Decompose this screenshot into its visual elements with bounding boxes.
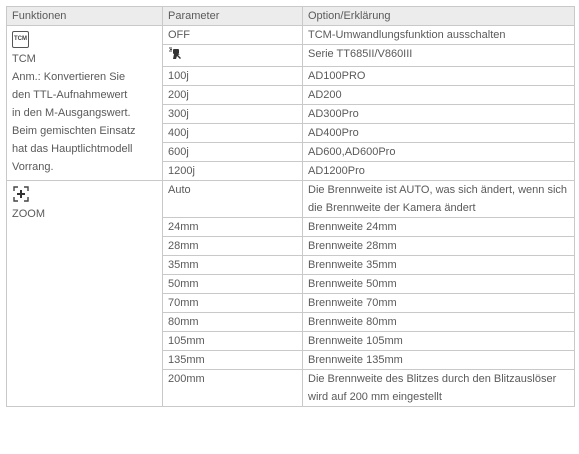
zoom-name: ZOOM <box>12 208 45 220</box>
header-parameter: Parameter <box>162 6 303 26</box>
parameter-cell: OFF <box>162 25 303 45</box>
page: Funktionen Parameter Option/Erklärung TC… <box>0 0 579 454</box>
header-functions: Funktionen <box>6 6 163 26</box>
tcm-note-line: den TTL-Aufnahmewert <box>12 89 128 101</box>
option-cell: AD1200Pro <box>302 161 575 181</box>
option-cell: Serie TT685II/V860III <box>302 44 575 67</box>
option-cell: AD200 <box>302 85 575 105</box>
option-cell: AD300Pro <box>302 104 575 124</box>
tcm-note-line: Beim gemischten Einsatz <box>12 125 136 137</box>
parameter-cell: 35mm <box>162 255 303 275</box>
option-cell: Brennweite 135mm <box>302 350 575 370</box>
tcm-name: TCM <box>12 53 36 65</box>
zoom-icon-line <box>12 183 157 205</box>
parameter-cell <box>162 44 303 67</box>
parameter-cell: 105mm <box>162 331 303 351</box>
option-cell: TCM-Umwandlungsfunktion ausschalten <box>302 25 575 45</box>
option-cell: Brennweite 28mm <box>302 236 575 256</box>
option-cell: AD600,AD600Pro <box>302 142 575 162</box>
parameter-cell: 400j <box>162 123 303 143</box>
option-cell: Brennweite 24mm <box>302 217 575 237</box>
option-cell: Brennweite 105mm <box>302 331 575 351</box>
parameter-cell: 200j <box>162 85 303 105</box>
table-header-row: Funktionen Parameter Option/Erklärung <box>6 6 575 26</box>
option-cell: Brennweite 70mm <box>302 293 575 313</box>
parameter-cell: 200mm <box>162 369 303 407</box>
option-cell: Brennweite 80mm <box>302 312 575 332</box>
option-cell: AD400Pro <box>302 123 575 143</box>
option-cell: Die Brennweite ist AUTO, was sich ändert… <box>302 180 575 218</box>
tcm-icon-line: TCM <box>12 28 157 50</box>
table-row: ZOOM Auto Die Brennweite ist AUTO, was sic… <box>6 180 575 407</box>
parameter-cell: Auto <box>162 180 303 218</box>
function-table: Funktionen Parameter Option/Erklärung TC… <box>6 6 575 407</box>
parameter-cell: 1200j <box>162 161 303 181</box>
parameter-cell: 28mm <box>162 236 303 256</box>
tcm-function-cell: TCM TCM Anm.: Konvertieren Sie den TTL-Aufn… <box>6 25 163 181</box>
zoom-function-cell: ZOOM <box>6 180 163 407</box>
tcm-note-line: in den M-Ausgangswert. <box>12 107 131 119</box>
option-cell: Brennweite 50mm <box>302 274 575 294</box>
tcm-note-line: Vorrang. <box>12 161 54 173</box>
zoom-icon <box>13 186 29 202</box>
parameter-cell: 70mm <box>162 293 303 313</box>
flash-trigger-icon <box>169 47 181 59</box>
option-cell: Die Brennweite des Blitzes durch den Bli… <box>302 369 575 407</box>
header-option: Option/Erklärung <box>302 6 575 26</box>
tcm-icon: TCM <box>12 31 29 48</box>
tcm-note-line: Anm.: Konvertieren Sie <box>12 71 126 83</box>
parameter-cell: 50mm <box>162 274 303 294</box>
parameter-cell: 600j <box>162 142 303 162</box>
parameter-cell: 300j <box>162 104 303 124</box>
option-cell: Brennweite 35mm <box>302 255 575 275</box>
parameter-cell: 80mm <box>162 312 303 332</box>
parameter-cell: 135mm <box>162 350 303 370</box>
parameter-cell: 24mm <box>162 217 303 237</box>
option-cell: AD100PRO <box>302 66 575 86</box>
parameter-cell: 100j <box>162 66 303 86</box>
tcm-note-line: hat das Hauptlichtmodell <box>12 143 133 155</box>
table-row: TCM TCM Anm.: Konvertieren Sie den TTL-Aufn… <box>6 25 575 181</box>
